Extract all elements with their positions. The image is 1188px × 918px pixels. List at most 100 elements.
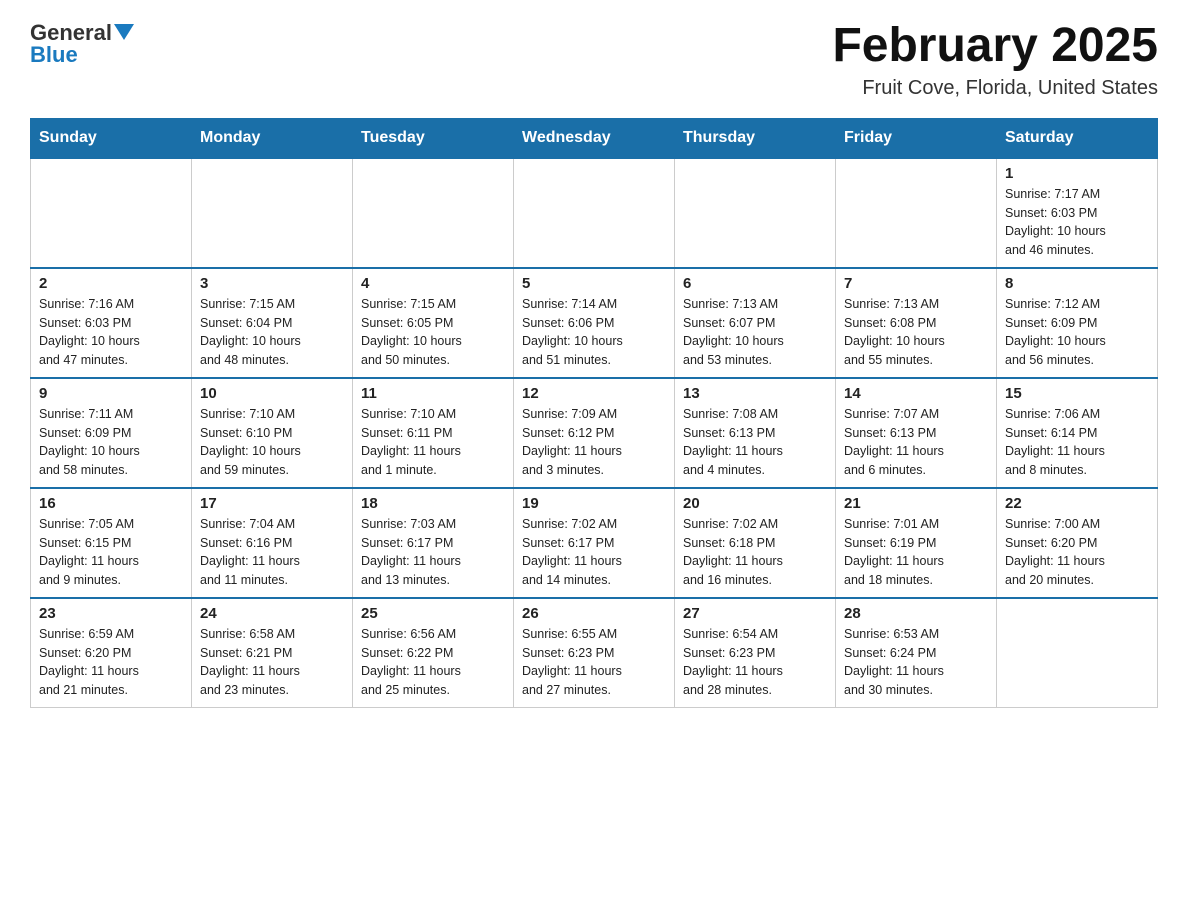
calendar-cell: 15 Sunrise: 7:06 AM Sunset: 6:14 PM Dayli…: [997, 378, 1158, 488]
day-number: 16: [39, 495, 183, 512]
calendar-cell: 23 Sunrise: 6:59 AM Sunset: 6:20 PM Dayli…: [31, 598, 192, 708]
header: General Blue February 2025 Fruit Cove, F…: [30, 20, 1158, 100]
weekday-header-friday: Friday: [836, 118, 997, 158]
calendar-table: SundayMondayTuesdayWednesdayThursdayFrid…: [30, 118, 1158, 709]
day-number: 2: [39, 275, 183, 292]
day-number: 14: [844, 385, 988, 402]
calendar-cell: 21 Sunrise: 7:01 AM Sunset: 6:19 PM Dayli…: [836, 488, 997, 598]
weekday-header-wednesday: Wednesday: [514, 118, 675, 158]
day-info: Sunrise: 7:16 AM Sunset: 6:03 PM Dayligh…: [39, 295, 183, 370]
day-info: Sunrise: 7:00 AM Sunset: 6:20 PM Dayligh…: [1005, 515, 1149, 590]
day-info: Sunrise: 7:06 AM Sunset: 6:14 PM Dayligh…: [1005, 405, 1149, 480]
day-number: 27: [683, 605, 827, 622]
day-number: 10: [200, 385, 344, 402]
calendar-cell: 13 Sunrise: 7:08 AM Sunset: 6:13 PM Dayli…: [675, 378, 836, 488]
week-row-3: 9 Sunrise: 7:11 AM Sunset: 6:09 PM Daylig…: [31, 378, 1158, 488]
day-number: 3: [200, 275, 344, 292]
day-info: Sunrise: 7:01 AM Sunset: 6:19 PM Dayligh…: [844, 515, 988, 590]
day-info: Sunrise: 7:08 AM Sunset: 6:13 PM Dayligh…: [683, 405, 827, 480]
day-number: 5: [522, 275, 666, 292]
weekday-header-sunday: Sunday: [31, 118, 192, 158]
calendar-cell: 14 Sunrise: 7:07 AM Sunset: 6:13 PM Dayli…: [836, 378, 997, 488]
logo-blue-text: Blue: [30, 42, 78, 67]
day-number: 1: [1005, 165, 1149, 182]
day-info: Sunrise: 6:55 AM Sunset: 6:23 PM Dayligh…: [522, 625, 666, 700]
day-number: 7: [844, 275, 988, 292]
week-row-4: 16 Sunrise: 7:05 AM Sunset: 6:15 PM Dayli…: [31, 488, 1158, 598]
calendar-cell: [514, 158, 675, 268]
day-number: 22: [1005, 495, 1149, 512]
day-number: 4: [361, 275, 505, 292]
calendar-cell: 11 Sunrise: 7:10 AM Sunset: 6:11 PM Dayli…: [353, 378, 514, 488]
calendar-cell: 17Sunrise: 7:04 AM Sunset: 6:16 PM Dayli…: [192, 488, 353, 598]
calendar-cell: [31, 158, 192, 268]
day-number: 23: [39, 605, 183, 622]
day-info: Sunrise: 7:14 AM Sunset: 6:06 PM Dayligh…: [522, 295, 666, 370]
day-info: Sunrise: 6:53 AM Sunset: 6:24 PM Dayligh…: [844, 625, 988, 700]
weekday-header-row: SundayMondayTuesdayWednesdayThursdayFrid…: [31, 118, 1158, 158]
day-info: Sunrise: 7:02 AM Sunset: 6:17 PM Dayligh…: [522, 515, 666, 590]
day-info: Sunrise: 6:58 AM Sunset: 6:21 PM Dayligh…: [200, 625, 344, 700]
calendar-cell: 18 Sunrise: 7:03 AM Sunset: 6:17 PM Dayli…: [353, 488, 514, 598]
day-number: 24: [200, 605, 344, 622]
day-info: Sunrise: 7:10 AM Sunset: 6:11 PM Dayligh…: [361, 405, 505, 480]
day-number: 28: [844, 605, 988, 622]
calendar-cell: 3 Sunrise: 7:15 AM Sunset: 6:04 PM Daylig…: [192, 268, 353, 378]
calendar-cell: 2 Sunrise: 7:16 AM Sunset: 6:03 PM Daylig…: [31, 268, 192, 378]
day-info: Sunrise: 6:56 AM Sunset: 6:22 PM Dayligh…: [361, 625, 505, 700]
day-number: 25: [361, 605, 505, 622]
day-info: Sunrise: 7:05 AM Sunset: 6:15 PM Dayligh…: [39, 515, 183, 590]
calendar-cell: 8 Sunrise: 7:12 AM Sunset: 6:09 PM Daylig…: [997, 268, 1158, 378]
day-number: 15: [1005, 385, 1149, 402]
calendar-cell: 24 Sunrise: 6:58 AM Sunset: 6:21 PM Dayli…: [192, 598, 353, 708]
day-number: 21: [844, 495, 988, 512]
calendar-cell: [192, 158, 353, 268]
calendar-cell: [353, 158, 514, 268]
week-row-5: 23 Sunrise: 6:59 AM Sunset: 6:20 PM Dayli…: [31, 598, 1158, 708]
day-info: Sunrise: 7:03 AM Sunset: 6:17 PM Dayligh…: [361, 515, 505, 590]
logo-area: General Blue: [30, 20, 134, 68]
calendar-cell: 22 Sunrise: 7:00 AM Sunset: 6:20 PM Dayli…: [997, 488, 1158, 598]
calendar-cell: 1 Sunrise: 7:17 AM Sunset: 6:03 PM Daylig…: [997, 158, 1158, 268]
calendar-cell: 26 Sunrise: 6:55 AM Sunset: 6:23 PM Dayli…: [514, 598, 675, 708]
day-info: Sunrise: 7:13 AM Sunset: 6:07 PM Dayligh…: [683, 295, 827, 370]
calendar-cell: 6Sunrise: 7:13 AM Sunset: 6:07 PM Daylig…: [675, 268, 836, 378]
day-number: 18: [361, 495, 505, 512]
week-row-1: 1 Sunrise: 7:17 AM Sunset: 6:03 PM Daylig…: [31, 158, 1158, 268]
calendar-cell: 28 Sunrise: 6:53 AM Sunset: 6:24 PM Dayli…: [836, 598, 997, 708]
day-info: Sunrise: 7:02 AM Sunset: 6:18 PM Dayligh…: [683, 515, 827, 590]
day-number: 9: [39, 385, 183, 402]
day-info: Sunrise: 7:17 AM Sunset: 6:03 PM Dayligh…: [1005, 185, 1149, 260]
day-info: Sunrise: 6:59 AM Sunset: 6:20 PM Dayligh…: [39, 625, 183, 700]
day-info: Sunrise: 7:09 AM Sunset: 6:12 PM Dayligh…: [522, 405, 666, 480]
logo-triangle-icon: [114, 24, 134, 40]
calendar-cell: 20 Sunrise: 7:02 AM Sunset: 6:18 PM Dayli…: [675, 488, 836, 598]
day-number: 11: [361, 385, 505, 402]
weekday-header-saturday: Saturday: [997, 118, 1158, 158]
calendar-cell: 25 Sunrise: 6:56 AM Sunset: 6:22 PM Dayli…: [353, 598, 514, 708]
day-number: 13: [683, 385, 827, 402]
calendar-cell: 16 Sunrise: 7:05 AM Sunset: 6:15 PM Dayli…: [31, 488, 192, 598]
day-number: 19: [522, 495, 666, 512]
day-info: Sunrise: 6:54 AM Sunset: 6:23 PM Dayligh…: [683, 625, 827, 700]
day-number: 8: [1005, 275, 1149, 292]
weekday-header-monday: Monday: [192, 118, 353, 158]
day-number: 17: [200, 495, 344, 512]
day-info: Sunrise: 7:12 AM Sunset: 6:09 PM Dayligh…: [1005, 295, 1149, 370]
day-number: 26: [522, 605, 666, 622]
title-area: February 2025 Fruit Cove, Florida, Unite…: [832, 20, 1158, 100]
location-title: Fruit Cove, Florida, United States: [832, 77, 1158, 100]
day-number: 20: [683, 495, 827, 512]
day-number: 12: [522, 385, 666, 402]
calendar-cell: 9 Sunrise: 7:11 AM Sunset: 6:09 PM Daylig…: [31, 378, 192, 488]
weekday-header-tuesday: Tuesday: [353, 118, 514, 158]
calendar-cell: 5 Sunrise: 7:14 AM Sunset: 6:06 PM Daylig…: [514, 268, 675, 378]
calendar-cell: 10 Sunrise: 7:10 AM Sunset: 6:10 PM Dayli…: [192, 378, 353, 488]
calendar-cell: [836, 158, 997, 268]
day-info: Sunrise: 7:15 AM Sunset: 6:04 PM Dayligh…: [200, 295, 344, 370]
day-info: Sunrise: 7:07 AM Sunset: 6:13 PM Dayligh…: [844, 405, 988, 480]
day-info: Sunrise: 7:11 AM Sunset: 6:09 PM Dayligh…: [39, 405, 183, 480]
calendar-cell: [675, 158, 836, 268]
day-info: Sunrise: 7:10 AM Sunset: 6:10 PM Dayligh…: [200, 405, 344, 480]
calendar-cell: [997, 598, 1158, 708]
